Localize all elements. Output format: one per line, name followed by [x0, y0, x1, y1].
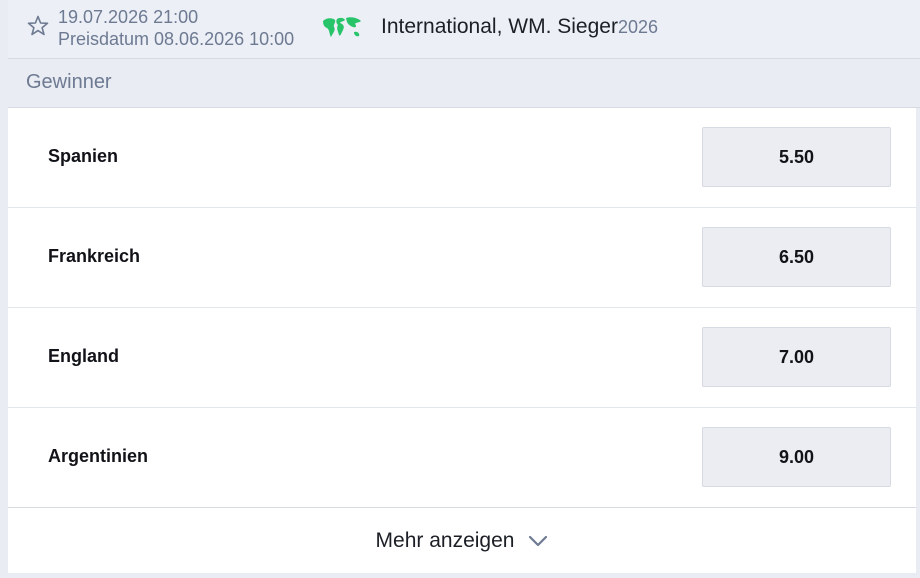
- selection-row: Frankreich 6.50: [8, 208, 916, 308]
- selection-name: England: [48, 346, 119, 366]
- event-year: 2026: [617, 17, 658, 37]
- selection-name: Frankreich: [48, 246, 141, 266]
- event-title[interactable]: International, WM. Sieger2026: [381, 15, 658, 39]
- bottom-divider: [8, 573, 916, 578]
- chevron-down-icon: [529, 535, 548, 547]
- show-more-label: Mehr anzeigen: [375, 529, 515, 552]
- selection-list: Spanien 5.50 Frankreich 6.50 England 7.0…: [8, 108, 916, 508]
- odds-button[interactable]: 9.00: [702, 427, 891, 487]
- event-name: International, WM. Sieger: [381, 15, 618, 38]
- odds-button[interactable]: 6.50: [702, 227, 891, 287]
- selection-row: England 7.00: [8, 308, 916, 408]
- event-header: 19.07.2026 21:00 Preisdatum 08.06.2026 1…: [8, 0, 920, 59]
- selection-name: Spanien: [48, 146, 119, 166]
- event-dates: 19.07.2026 21:00 Preisdatum 08.06.2026 1…: [58, 6, 294, 50]
- market-header[interactable]: Gewinner: [8, 59, 920, 108]
- selection-row: Spanien 5.50: [8, 108, 916, 208]
- odds-button[interactable]: 5.50: [702, 127, 891, 187]
- selection-name: Argentinien: [48, 446, 149, 466]
- star-icon[interactable]: [26, 14, 50, 38]
- event-datetime: 19.07.2026 21:00: [58, 7, 199, 27]
- show-more-button[interactable]: Mehr anzeigen: [8, 507, 916, 574]
- event-page: 19.07.2026 21:00 Preisdatum 08.06.2026 1…: [0, 0, 920, 578]
- globe-icon: [323, 17, 361, 37]
- market-title: Gewinner: [26, 71, 112, 93]
- odds-button[interactable]: 7.00: [702, 327, 891, 387]
- price-date: Preisdatum 08.06.2026 10:00: [58, 29, 295, 49]
- selection-row: Argentinien 9.00: [8, 408, 916, 508]
